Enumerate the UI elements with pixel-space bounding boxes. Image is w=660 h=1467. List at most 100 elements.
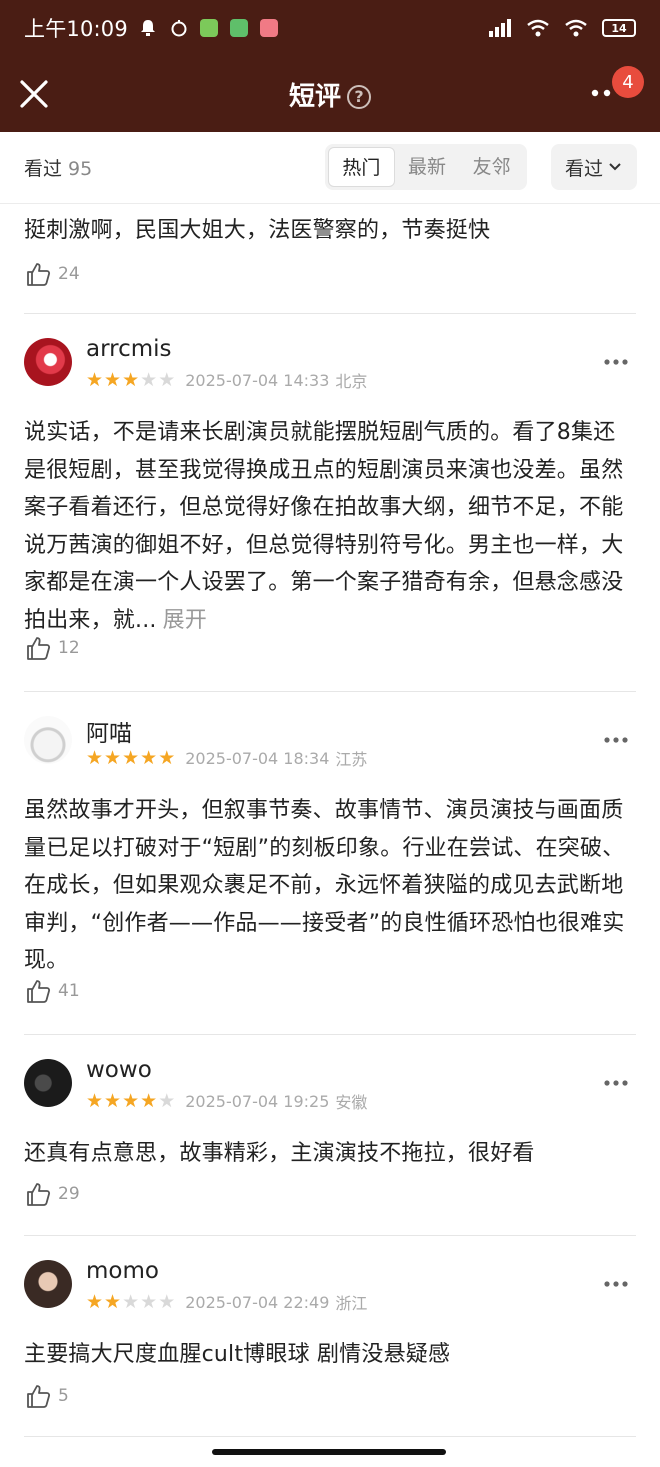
star-icon: ★ bbox=[122, 369, 140, 391]
tab-latest[interactable]: 最新 bbox=[395, 147, 460, 187]
timer-icon bbox=[171, 20, 187, 37]
review-date: 2025-07-04 14:33 bbox=[185, 370, 330, 390]
review-text-content: 说实话，不是请来长剧演员就能摆脱短剧气质的。看了8集还是很短剧，甚至我觉得换成丑… bbox=[24, 420, 624, 633]
avatar[interactable] bbox=[24, 338, 72, 386]
username[interactable]: wowo bbox=[86, 1057, 152, 1083]
nav-bar: 短评? 4 bbox=[0, 56, 660, 132]
like-button[interactable]: 12 bbox=[24, 634, 80, 662]
review-location: 北京 bbox=[335, 372, 368, 391]
chevron-down-icon bbox=[609, 163, 621, 171]
home-indicator[interactable] bbox=[212, 1449, 446, 1455]
like-count: 29 bbox=[58, 1184, 80, 1204]
username[interactable]: arrcmis bbox=[86, 336, 172, 362]
star-icon: ★ bbox=[104, 1090, 122, 1112]
page-title: 短评? bbox=[0, 76, 660, 113]
star-icon: ★ bbox=[158, 369, 176, 391]
star-rating: ★ ★ ★ ★ ★ bbox=[86, 748, 175, 768]
wifi-icon-2 bbox=[565, 19, 587, 37]
tab-friends[interactable]: 友邻 bbox=[459, 147, 524, 187]
seen-number: 95 bbox=[68, 158, 93, 180]
star-rating: ★ ★ ★ ★ ★ bbox=[86, 370, 175, 390]
notification-badge[interactable]: 4 bbox=[612, 66, 644, 98]
filter-bar: 看过 95 热门 最新 友邻 看过 bbox=[0, 132, 660, 204]
thumbs-up-icon bbox=[27, 637, 51, 660]
more-options-icon[interactable] bbox=[604, 358, 628, 366]
list-item: momo ★ ★ ★ ★ ★ 2025-07-04 22:49 浙江 主要搞大尺度血腥c… bbox=[0, 1236, 660, 1437]
like-button[interactable]: 41 bbox=[24, 977, 80, 1005]
like-count: 24 bbox=[58, 264, 80, 284]
divider bbox=[24, 1436, 636, 1437]
star-icon: ★ bbox=[86, 1090, 104, 1112]
review-text: 主要搞大尺度血腥cult博眼球 剧情没悬疑感 bbox=[24, 1342, 451, 1367]
star-icon: ★ bbox=[140, 747, 158, 769]
like-button[interactable]: 24 bbox=[24, 260, 80, 288]
page-title-text: 短评 bbox=[288, 82, 341, 112]
like-button[interactable]: 29 bbox=[24, 1180, 80, 1208]
thumbs-up-icon bbox=[27, 1385, 51, 1408]
wifi-icon bbox=[527, 19, 549, 37]
review-location: 江苏 bbox=[335, 750, 368, 769]
review-location: 安徽 bbox=[335, 1093, 368, 1112]
star-icon: ★ bbox=[158, 1090, 176, 1112]
star-icon: ★ bbox=[122, 1291, 140, 1313]
star-icon: ★ bbox=[122, 1090, 140, 1112]
like-count: 12 bbox=[58, 638, 80, 658]
list-item: 挺刺激啊，民国大姐大，法医警察的，节奏挺快 24 bbox=[0, 204, 660, 314]
status-bar: 上午10:09 14 bbox=[0, 0, 660, 56]
star-icon: ★ bbox=[140, 1291, 158, 1313]
app-icon-green bbox=[199, 19, 218, 37]
star-icon: ★ bbox=[104, 1291, 122, 1313]
seen-filter-dropdown[interactable]: 看过 bbox=[551, 144, 637, 190]
review-text: 挺刺激啊，民国大姐大，法医警察的，节奏挺快 bbox=[24, 218, 491, 243]
tab-hot[interactable]: 热门 bbox=[328, 147, 395, 187]
expand-link[interactable]: 展开 bbox=[163, 608, 207, 633]
review-location: 浙江 bbox=[335, 1294, 368, 1313]
bell-icon bbox=[140, 20, 155, 36]
review-list: 挺刺激啊，民国大姐大，法医警察的，节奏挺快 24 arrcmis ★ ★ ★ ★ ★ 2… bbox=[0, 204, 660, 1437]
review-text: 虽然故事才开头，但叙事节奏、故事情节、演员演技与画面质量已足以打破对于“短剧”的… bbox=[24, 798, 625, 973]
sort-tabs: 热门 最新 友邻 bbox=[325, 144, 527, 190]
star-rating: ★ ★ ★ ★ ★ bbox=[86, 1091, 175, 1111]
more-icon[interactable] bbox=[590, 88, 614, 98]
like-button[interactable]: 5 bbox=[24, 1382, 69, 1410]
seen-filter-label: 看过 bbox=[564, 157, 603, 180]
star-icon: ★ bbox=[104, 747, 122, 769]
thumbs-up-icon bbox=[27, 1183, 51, 1206]
like-count: 41 bbox=[58, 981, 80, 1001]
avatar[interactable] bbox=[24, 716, 72, 764]
status-time: 上午10:09 bbox=[24, 17, 128, 41]
thumbs-up-icon bbox=[27, 980, 51, 1003]
star-icon: ★ bbox=[86, 369, 104, 391]
star-icon: ★ bbox=[104, 369, 122, 391]
signal-icon bbox=[489, 19, 511, 37]
star-rating: ★ ★ ★ ★ ★ bbox=[86, 1292, 175, 1312]
review-text: 说实话，不是请来长剧演员就能摆脱短剧气质的。看了8集还是很短剧，甚至我觉得换成丑… bbox=[24, 414, 636, 639]
seen-label: 看过 bbox=[24, 158, 63, 180]
star-icon: ★ bbox=[158, 747, 176, 769]
avatar[interactable] bbox=[24, 1260, 72, 1308]
list-item: wowo ★ ★ ★ ★ ★ 2025-07-04 19:25 安徽 还真有点意思，故事… bbox=[0, 1035, 660, 1236]
review-date: 2025-07-04 18:34 bbox=[185, 748, 330, 768]
app-icon-green-2 bbox=[229, 19, 248, 37]
app-icon-pink bbox=[259, 19, 278, 37]
more-options-icon[interactable] bbox=[604, 736, 628, 744]
battery-indicator: 14 bbox=[602, 19, 636, 37]
list-item: 阿喵 ★ ★ ★ ★ ★ 2025-07-04 18:34 江苏 虽然故事才开头，但叙事… bbox=[0, 692, 660, 1035]
more-options-icon[interactable] bbox=[604, 1079, 628, 1087]
thumbs-up-icon bbox=[27, 263, 51, 286]
like-count: 5 bbox=[58, 1386, 69, 1406]
avatar[interactable] bbox=[24, 1059, 72, 1107]
review-text: 还真有点意思，故事精彩，主演演技不拖拉，很好看 bbox=[24, 1141, 535, 1166]
review-date: 2025-07-04 19:25 bbox=[185, 1091, 330, 1111]
star-icon: ★ bbox=[158, 1291, 176, 1313]
star-icon: ★ bbox=[86, 1291, 104, 1313]
username[interactable]: momo bbox=[86, 1258, 159, 1284]
star-icon: ★ bbox=[140, 1090, 158, 1112]
star-icon: ★ bbox=[140, 369, 158, 391]
help-icon[interactable]: ? bbox=[347, 85, 371, 109]
star-icon: ★ bbox=[122, 747, 140, 769]
more-options-icon[interactable] bbox=[604, 1280, 628, 1288]
list-item: arrcmis ★ ★ ★ ★ ★ 2025-07-04 14:33 北京 说实话，不是… bbox=[0, 314, 660, 692]
seen-count: 看过 95 bbox=[24, 154, 92, 181]
username[interactable]: 阿喵 bbox=[86, 714, 132, 748]
